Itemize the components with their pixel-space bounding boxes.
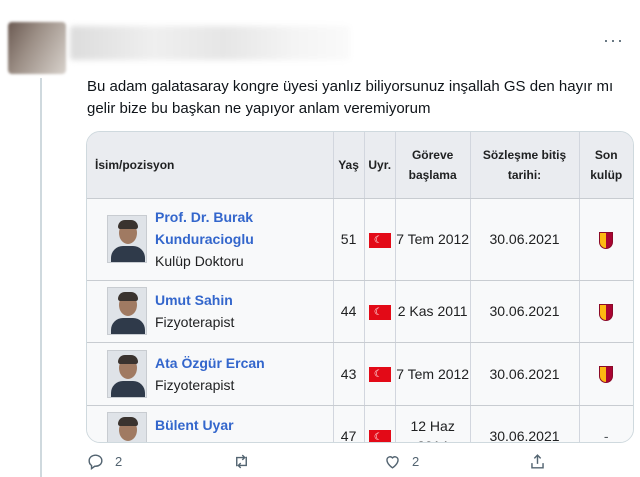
person-photo bbox=[107, 349, 147, 398]
attached-image-staff-table[interactable]: İsim/pozisyon Yaş Uyr. Göreve başlama Sö… bbox=[86, 131, 634, 443]
last-club-cell: - bbox=[579, 405, 633, 442]
person-cell: Prof. Dr. Burak Kunduracioglu Kulüp Dokt… bbox=[87, 198, 334, 281]
person-name-link[interactable]: Umut Sahin bbox=[155, 289, 234, 311]
table-row: Umut Sahin Fizyoterapist 44 ☾ 2 Kas 2011… bbox=[87, 280, 633, 343]
tweet-text: Bu adam galatasaray kongre üyesi yanlız … bbox=[87, 78, 614, 117]
like-button[interactable]: 2 bbox=[383, 452, 419, 471]
nationality-cell: ☾ bbox=[364, 198, 396, 281]
contract-end-cell: 30.06.2021 bbox=[470, 280, 580, 343]
person-role: Fizyoterapist bbox=[155, 436, 234, 442]
nationality-cell: ☾ bbox=[364, 280, 396, 343]
age-cell: 47 bbox=[333, 405, 365, 442]
reply-count: 2 bbox=[115, 454, 123, 469]
retweet-icon bbox=[236, 454, 247, 469]
nationality-cell: ☾ bbox=[364, 405, 396, 442]
galatasaray-crest-icon bbox=[599, 231, 614, 249]
author-name-blurred[interactable] bbox=[70, 26, 350, 60]
contract-end-cell: 30.06.2021 bbox=[470, 405, 580, 442]
turkey-flag-icon: ☾ bbox=[368, 429, 391, 442]
galatasaray-crest-icon bbox=[599, 366, 614, 384]
person-cell: Bülent Uyar Fizyoterapist bbox=[87, 405, 334, 442]
share-button[interactable] bbox=[528, 452, 557, 471]
header-contract-end: Sözleşme bitiş tarihi: bbox=[470, 132, 580, 199]
turkey-flag-icon: ☾ bbox=[368, 367, 391, 383]
table-row: Bülent Uyar Fizyoterapist 47 ☾ 12 Haz 20… bbox=[87, 405, 633, 442]
person-photo bbox=[107, 412, 147, 442]
last-club-cell bbox=[579, 280, 633, 343]
like-count: 2 bbox=[412, 454, 420, 469]
header-start: Göreve başlama bbox=[395, 132, 471, 199]
heart-icon bbox=[386, 456, 399, 469]
age-cell: 43 bbox=[333, 342, 365, 406]
table-row: Prof. Dr. Burak Kunduracioglu Kulüp Dokt… bbox=[87, 198, 633, 281]
person-cell: Ata Özgür Ercan Fizyoterapist bbox=[87, 342, 334, 406]
retweet-button[interactable] bbox=[232, 452, 261, 471]
person-cell: Umut Sahin Fizyoterapist bbox=[87, 280, 334, 343]
turkey-flag-icon: ☾ bbox=[368, 304, 391, 320]
author-avatar-blurred[interactable] bbox=[8, 22, 66, 74]
thread-line bbox=[40, 78, 42, 477]
start-date-cell: 7 Tem 2012 bbox=[395, 342, 471, 406]
contract-end-cell: 30.06.2021 bbox=[470, 198, 580, 281]
age-cell: 44 bbox=[333, 280, 365, 343]
person-role: Fizyoterapist bbox=[155, 376, 235, 393]
start-date-cell: 7 Tem 2012 bbox=[395, 198, 471, 281]
last-club-cell bbox=[579, 342, 633, 406]
person-photo bbox=[107, 287, 147, 335]
contract-end-cell: 30.06.2021 bbox=[470, 342, 580, 406]
nationality-cell: ☾ bbox=[364, 342, 396, 406]
header-last-club: Son kulüp bbox=[579, 132, 633, 199]
reply-button[interactable]: 2 bbox=[86, 452, 122, 471]
person-role: Fizyoterapist bbox=[155, 314, 235, 330]
person-role: Kulüp Doktoru bbox=[155, 253, 244, 269]
start-date-cell: 12 Haz 2014 bbox=[395, 405, 471, 442]
header-nationality: Uyr. bbox=[364, 132, 396, 199]
person-name-link[interactable]: Bülent Uyar bbox=[155, 414, 234, 436]
start-date-cell: 2 Kas 2011 bbox=[395, 280, 471, 343]
header-age: Yaş bbox=[333, 132, 365, 199]
share-icon bbox=[531, 454, 544, 469]
person-name-link[interactable]: Ata Özgür Ercan bbox=[155, 352, 265, 374]
reply-icon bbox=[88, 454, 103, 471]
age-cell: 51 bbox=[333, 198, 365, 281]
tweet-action-bar: 2 2 bbox=[0, 452, 640, 477]
turkey-flag-icon: ☾ bbox=[368, 232, 391, 248]
last-club-cell bbox=[579, 198, 633, 281]
table-row: Ata Özgür Ercan Fizyoterapist 43 ☾ 7 Tem… bbox=[87, 342, 633, 406]
table-header-row: İsim/pozisyon Yaş Uyr. Göreve başlama Sö… bbox=[87, 132, 633, 199]
header-name: İsim/pozisyon bbox=[87, 132, 334, 199]
person-photo bbox=[107, 215, 147, 263]
person-name-link[interactable]: Prof. Dr. Burak Kunduracioglu bbox=[155, 206, 333, 250]
galatasaray-crest-icon bbox=[599, 303, 614, 321]
staff-table: İsim/pozisyon Yaş Uyr. Göreve başlama Sö… bbox=[87, 132, 633, 442]
more-options-icon[interactable]: ··· bbox=[603, 30, 624, 51]
